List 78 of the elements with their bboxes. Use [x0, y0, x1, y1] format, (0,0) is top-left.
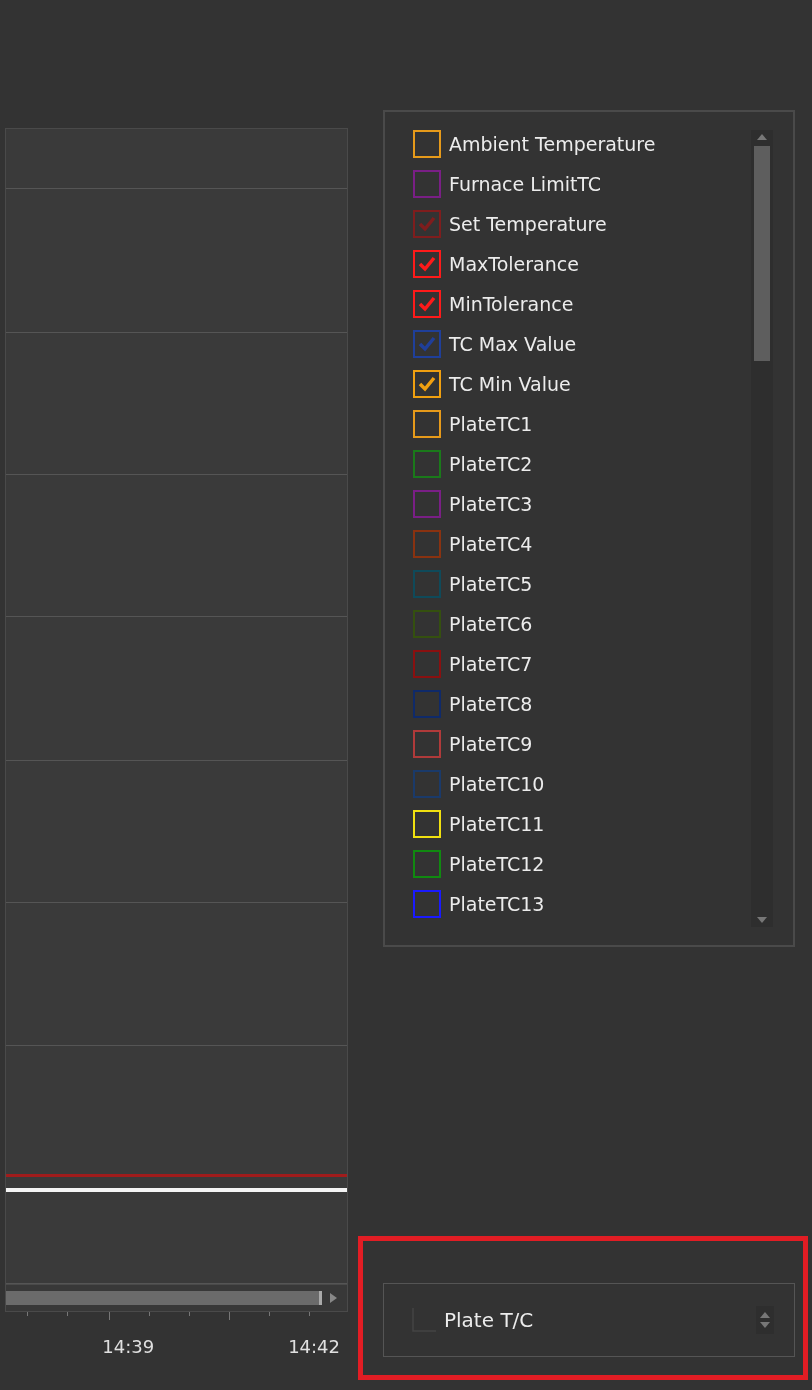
legend-label: PlateTC2	[449, 453, 533, 475]
legend-item[interactable]: PlateTC7	[413, 650, 751, 678]
legend-label: PlateTC9	[449, 733, 533, 755]
legend-item[interactable]: Set Temperature	[413, 210, 751, 238]
up-arrow-icon[interactable]	[760, 1312, 770, 1318]
checkbox[interactable]	[413, 890, 441, 918]
legend-item[interactable]: MinTolerance	[413, 290, 751, 318]
legend-label: PlateTC4	[449, 533, 533, 555]
checkbox[interactable]	[413, 330, 441, 358]
legend-label: PlateTC5	[449, 573, 533, 595]
legend-label: PlateTC6	[449, 613, 533, 635]
checkbox[interactable]	[413, 450, 441, 478]
checkbox[interactable]	[413, 730, 441, 758]
legend-item[interactable]: PlateTC5	[413, 570, 751, 598]
legend-item[interactable]: PlateTC2	[413, 450, 751, 478]
checkbox[interactable]	[413, 850, 441, 878]
legend-item[interactable]: PlateTC1	[413, 410, 751, 438]
legend-item[interactable]: PlateTC9	[413, 730, 751, 758]
legend-item[interactable]: PlateTC3	[413, 490, 751, 518]
checkmark-icon	[418, 216, 436, 232]
field-value: Plate T/C	[444, 1308, 535, 1332]
legend-label: PlateTC1	[449, 413, 533, 435]
legend-label: PlateTC8	[449, 693, 533, 715]
legend-item[interactable]: PlateTC6	[413, 610, 751, 638]
legend-item[interactable]: TC Min Value	[413, 370, 751, 398]
checkmark-icon	[418, 256, 436, 272]
checkbox[interactable]	[413, 250, 441, 278]
legend-label: Furnace LimitTC	[449, 173, 602, 195]
up-arrow-icon[interactable]	[757, 134, 767, 140]
legend-label: TC Max Value	[449, 333, 577, 355]
legend-label: PlateTC7	[449, 653, 533, 675]
down-arrow-icon[interactable]	[760, 1322, 770, 1328]
right-arrow-icon[interactable]	[330, 1293, 337, 1303]
legend-label: MinTolerance	[449, 293, 574, 315]
legend-item[interactable]: PlateTC10	[413, 770, 751, 798]
legend-label: Ambient Temperature	[449, 133, 656, 155]
checkbox[interactable]	[413, 570, 441, 598]
checkbox[interactable]	[413, 650, 441, 678]
checkbox[interactable]	[413, 610, 441, 638]
checkbox[interactable]	[413, 410, 441, 438]
legend-item[interactable]: TC Max Value	[413, 330, 751, 358]
checkbox[interactable]	[413, 690, 441, 718]
checkmark-icon	[418, 336, 436, 352]
spin-buttons[interactable]	[756, 1306, 774, 1334]
down-arrow-icon[interactable]	[757, 917, 767, 923]
legend-label: PlateTC12	[449, 853, 545, 875]
legend-item[interactable]: Furnace LimitTC	[413, 170, 751, 198]
legend-item[interactable]: Ambient Temperature	[413, 130, 751, 158]
checkmark-icon	[418, 296, 436, 312]
legend-item[interactable]: PlateTC13	[413, 890, 751, 918]
checkbox[interactable]	[413, 210, 441, 238]
legend-label: Set Temperature	[449, 213, 607, 235]
scroll-thumb[interactable]	[6, 1291, 322, 1305]
legend-item[interactable]: MaxTolerance	[413, 250, 751, 278]
legend-label: PlateTC3	[449, 493, 533, 515]
spin-field[interactable]: Plate T/C	[383, 1283, 795, 1357]
legend-label: MaxTolerance	[449, 253, 579, 275]
legend-item[interactable]: PlateTC12	[413, 850, 751, 878]
horizontal-scrollbar[interactable]	[5, 1285, 348, 1312]
axis-label: 14:39	[102, 1336, 155, 1357]
legend-item[interactable]: PlateTC11	[413, 810, 751, 838]
checkbox[interactable]	[413, 370, 441, 398]
scroll-thumb[interactable]	[754, 146, 770, 361]
checkbox[interactable]	[413, 490, 441, 518]
checkbox[interactable]	[413, 530, 441, 558]
checkbox[interactable]	[413, 770, 441, 798]
checkbox[interactable]	[413, 170, 441, 198]
checkbox[interactable]	[413, 130, 441, 158]
checkmark-icon	[418, 376, 436, 392]
vertical-scrollbar[interactable]	[751, 130, 773, 927]
legend-label: PlateTC10	[449, 773, 545, 795]
checkbox[interactable]	[413, 290, 441, 318]
legend-item[interactable]: PlateTC4	[413, 530, 751, 558]
legend-label: PlateTC11	[449, 813, 545, 835]
legend-label: PlateTC13	[449, 893, 545, 915]
legend-label: TC Min Value	[449, 373, 571, 395]
axis-label: 14:42	[288, 1336, 340, 1357]
legend-item[interactable]: PlateTC8	[413, 690, 751, 718]
